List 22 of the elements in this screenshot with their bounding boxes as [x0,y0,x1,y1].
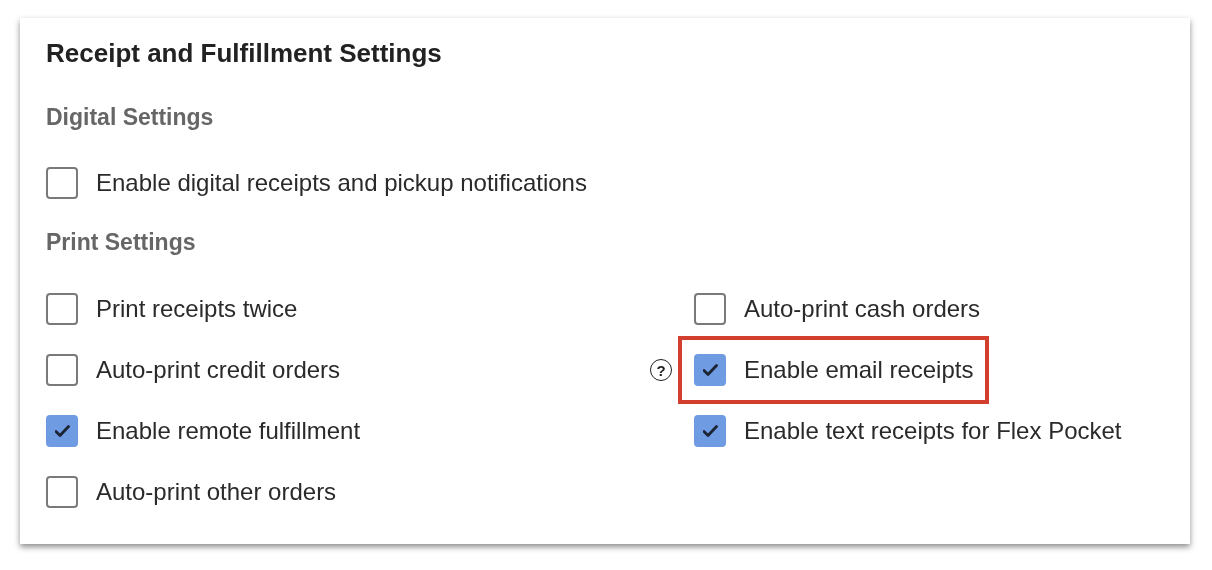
checkbox[interactable] [694,293,726,325]
card-title: Receipt and Fulfillment Settings [46,37,443,70]
section-heading: Digital Settings [46,103,215,132]
checkbox[interactable] [46,476,78,508]
checkbox-label[interactable]: Enable digital receipts and pickup notifications [96,169,587,197]
check-icon [702,424,718,438]
checkbox[interactable] [46,415,78,447]
check-icon [54,424,70,438]
checkbox[interactable] [694,415,726,447]
checkbox-label[interactable]: Enable email receipts [744,356,974,384]
checkbox-label[interactable]: Auto-print cash orders [744,295,981,323]
checkbox[interactable] [46,167,78,199]
checkbox-label[interactable]: Auto-print credit orders [96,356,341,384]
checkbox[interactable] [46,293,78,325]
checkbox-label[interactable]: Auto-print other orders [96,478,337,506]
checkbox-label[interactable]: Enable text receipts for Flex Pocket [744,417,1122,445]
checkbox-label[interactable]: Print receipts twice [96,295,298,323]
checkbox[interactable] [46,354,78,386]
section-heading: Print Settings [46,228,197,257]
checkbox-label[interactable]: Enable remote fulfillment [96,417,361,445]
checkbox[interactable] [694,354,726,386]
check-icon [702,363,718,377]
